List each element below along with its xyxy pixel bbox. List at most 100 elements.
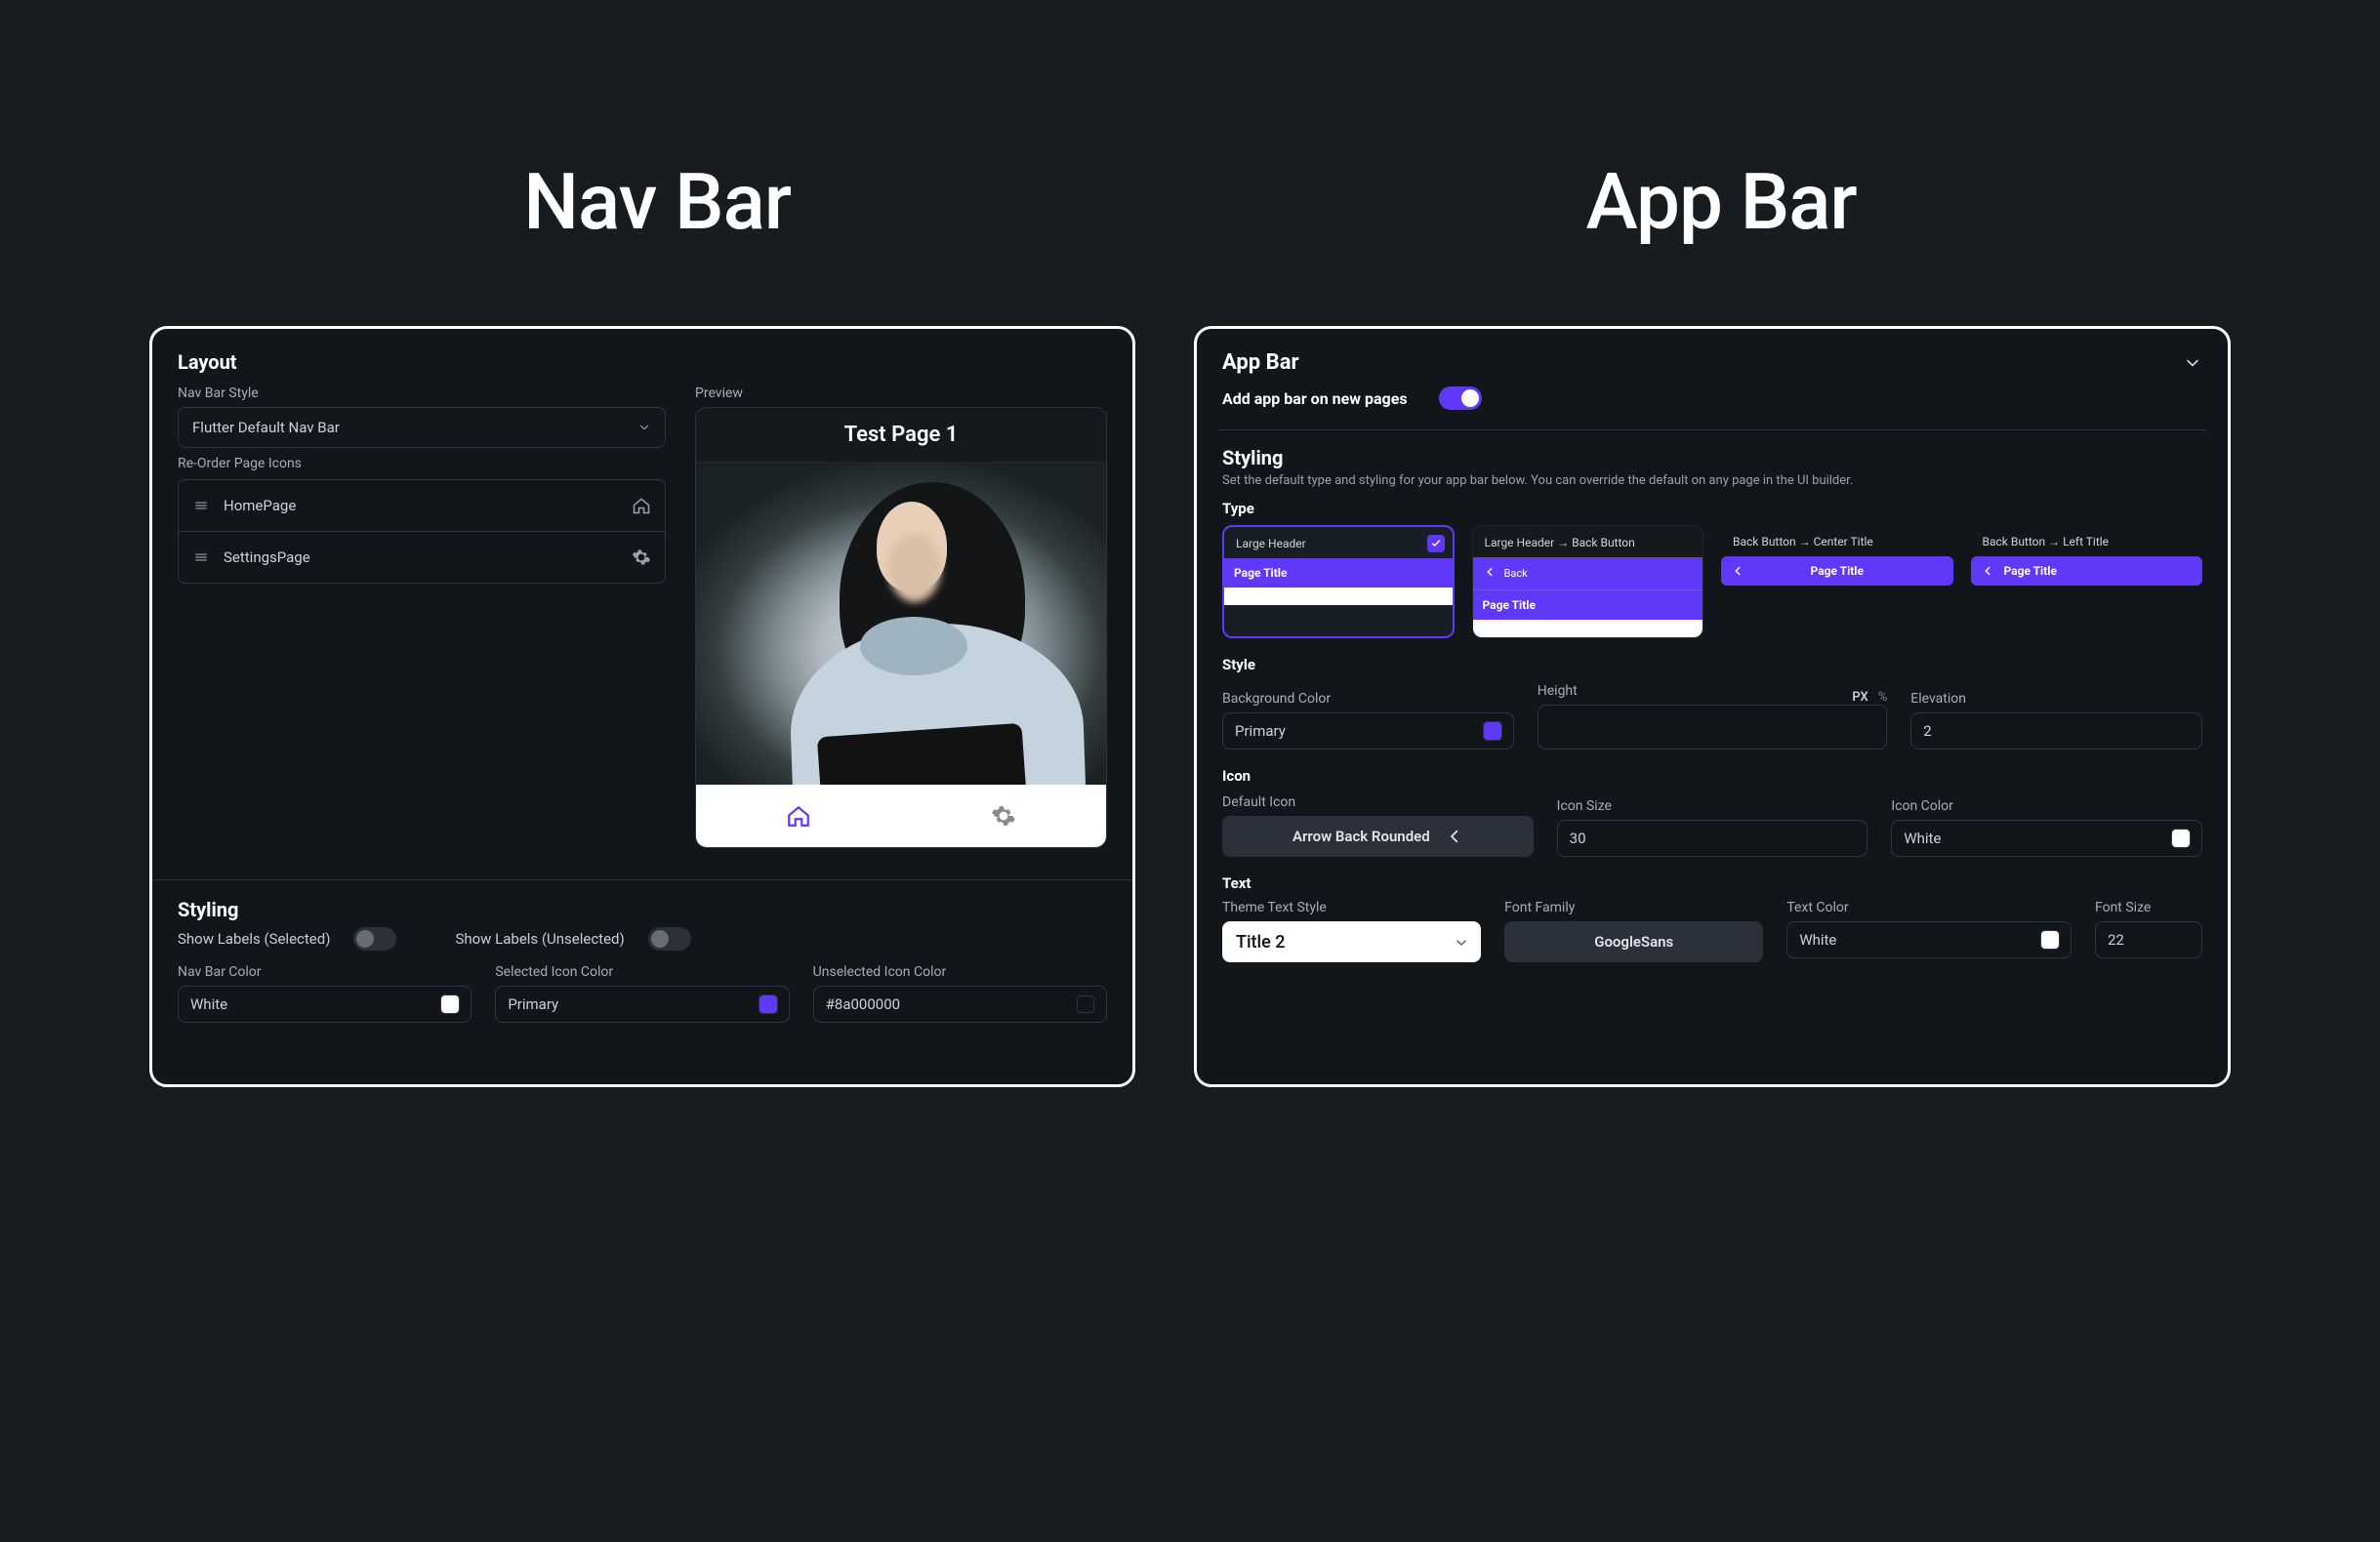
elevation-input[interactable]: 2	[1910, 712, 2202, 750]
page-item-settingspage[interactable]: SettingsPage	[179, 531, 665, 583]
type-card-large-header-back[interactable]: Large Header → Back Button Back Page Tit…	[1472, 525, 1704, 638]
arrow-back-icon	[1731, 564, 1744, 578]
icon-color-input[interactable]: White	[1891, 820, 2202, 857]
preview-label: Preview	[695, 386, 1107, 401]
color-swatch	[1077, 995, 1094, 1013]
navbar-style-value: Flutter Default Nav Bar	[192, 419, 340, 436]
navbar-preview: Test Page 1	[695, 407, 1107, 848]
unselected-icon-color-label: Unselected Icon Color	[813, 964, 1107, 980]
chevron-down-icon	[637, 421, 651, 434]
height-unit-pct[interactable]: %	[1878, 690, 1888, 705]
type-demo-title: Page Title	[1754, 564, 1920, 578]
selected-icon-color-value: Primary	[508, 995, 558, 1013]
show-labels-unselected-label: Show Labels (Unselected)	[455, 930, 624, 948]
icon-header: Icon	[1222, 767, 2202, 785]
theme-text-style-value: Title 2	[1236, 932, 1285, 953]
font-family-label: Font Family	[1504, 900, 1763, 915]
page-reorder-list: HomePage SettingsPage	[178, 479, 666, 584]
layout-header: Layout	[178, 350, 1107, 374]
height-unit-px[interactable]: PX	[1852, 690, 1867, 705]
icon-color-value: White	[1904, 830, 1941, 847]
type-demo-title: Page Title	[1234, 566, 1443, 580]
text-header: Text	[1222, 874, 2202, 892]
chevron-down-icon	[1454, 935, 1467, 949]
default-icon-label: Default Icon	[1222, 794, 1534, 810]
show-labels-selected-toggle[interactable]	[353, 927, 396, 951]
add-on-new-pages-toggle[interactable]	[1439, 386, 1482, 410]
type-demo-back: Back	[1504, 567, 1528, 580]
navbar-style-label: Nav Bar Style	[178, 386, 666, 401]
appbar-styling-desc: Set the default type and styling for you…	[1222, 473, 2202, 488]
bg-color-label: Background Color	[1222, 691, 1514, 707]
navbar-color-value: White	[190, 995, 227, 1013]
drag-handle-icon[interactable]	[192, 550, 210, 564]
type-card-caption: Back Button → Center Title	[1721, 525, 1953, 556]
text-color-value: White	[1799, 931, 1836, 949]
navbar-panel: Layout Nav Bar Style Flutter Default Nav…	[149, 326, 1135, 1087]
navbar-style-select[interactable]: Flutter Default Nav Bar	[178, 407, 666, 448]
font-size-input[interactable]: 22	[2095, 921, 2202, 958]
style-header: Style	[1222, 656, 2202, 673]
type-card-caption: Large Header → Back Button	[1473, 526, 1703, 557]
arrow-back-icon	[1483, 565, 1497, 582]
bg-color-input[interactable]: Primary	[1222, 712, 1514, 750]
height-label: Height	[1538, 683, 1578, 699]
show-labels-selected-label: Show Labels (Selected)	[178, 930, 330, 948]
type-demo-title: Page Title	[1483, 598, 1694, 612]
icon-size-input[interactable]: 30	[1557, 820, 1868, 857]
navbar-color-label: Nav Bar Color	[178, 964, 472, 980]
color-swatch	[2172, 830, 2190, 847]
styling-header: Styling	[178, 898, 1107, 921]
check-icon	[1427, 535, 1445, 552]
unselected-icon-color-input[interactable]: #8a000000	[813, 986, 1107, 1023]
preview-page-title: Test Page 1	[696, 408, 1106, 463]
color-swatch	[441, 995, 459, 1013]
arrow-back-icon	[1981, 564, 1994, 578]
appbar-styling-header: Styling	[1222, 446, 2202, 469]
text-color-input[interactable]: White	[1786, 921, 2072, 958]
type-demo-title: Page Title	[2004, 564, 2194, 578]
preview-nav-tab-home[interactable]	[696, 785, 901, 847]
font-size-label: Font Size	[2095, 900, 2202, 915]
font-size-value: 22	[2108, 931, 2124, 949]
color-swatch	[759, 995, 777, 1013]
font-family-value: GoogleSans	[1594, 933, 1673, 951]
appbar-panel: App Bar Add app bar on new pages Styling…	[1194, 326, 2231, 1087]
type-card-large-header[interactable]: Large Header Page Title	[1222, 525, 1455, 638]
selected-icon-color-input[interactable]: Primary	[495, 986, 789, 1023]
gear-icon	[632, 548, 651, 567]
icon-color-label: Icon Color	[1891, 798, 2202, 814]
home-icon	[786, 803, 811, 829]
text-color-label: Text Color	[1786, 900, 2072, 915]
color-swatch	[1484, 722, 1501, 740]
reorder-label: Re-Order Page Icons	[178, 456, 666, 471]
unselected-icon-color-value: #8a000000	[826, 995, 900, 1013]
default-icon-picker[interactable]: Arrow Back Rounded	[1222, 816, 1534, 857]
type-label: Type	[1222, 500, 2202, 517]
drag-handle-icon[interactable]	[192, 499, 210, 512]
home-icon	[632, 496, 651, 515]
arrow-back-icon	[1446, 828, 1463, 845]
preview-nav-tab-settings[interactable]	[901, 785, 1106, 847]
type-card-center-title[interactable]: Back Button → Center Title Page Title	[1721, 525, 1953, 638]
navbar-color-input[interactable]: White	[178, 986, 472, 1023]
add-on-new-pages-label: Add app bar on new pages	[1222, 389, 1408, 408]
theme-text-style-select[interactable]: Title 2	[1222, 921, 1481, 962]
preview-navbar	[696, 785, 1106, 847]
icon-size-label: Icon Size	[1557, 798, 1868, 814]
type-card-caption: Back Button → Left Title	[1971, 525, 2203, 556]
font-family-picker[interactable]: GoogleSans	[1504, 921, 1763, 962]
type-card-caption: Large Header	[1224, 527, 1453, 558]
height-input[interactable]	[1538, 705, 1888, 750]
color-swatch	[2041, 931, 2059, 949]
navbar-pane-title: Nav Bar	[523, 156, 791, 248]
appbar-pane-title: App Bar	[1586, 156, 1857, 248]
page-item-label: HomePage	[224, 497, 296, 514]
type-card-left-title[interactable]: Back Button → Left Title Page Title	[1971, 525, 2203, 638]
chevron-down-icon[interactable]	[2183, 353, 2202, 373]
page-item-homepage[interactable]: HomePage	[179, 480, 665, 531]
gear-icon	[991, 803, 1016, 829]
show-labels-unselected-toggle[interactable]	[648, 927, 691, 951]
selected-icon-color-label: Selected Icon Color	[495, 964, 789, 980]
appbar-header: App Bar	[1222, 350, 1299, 375]
